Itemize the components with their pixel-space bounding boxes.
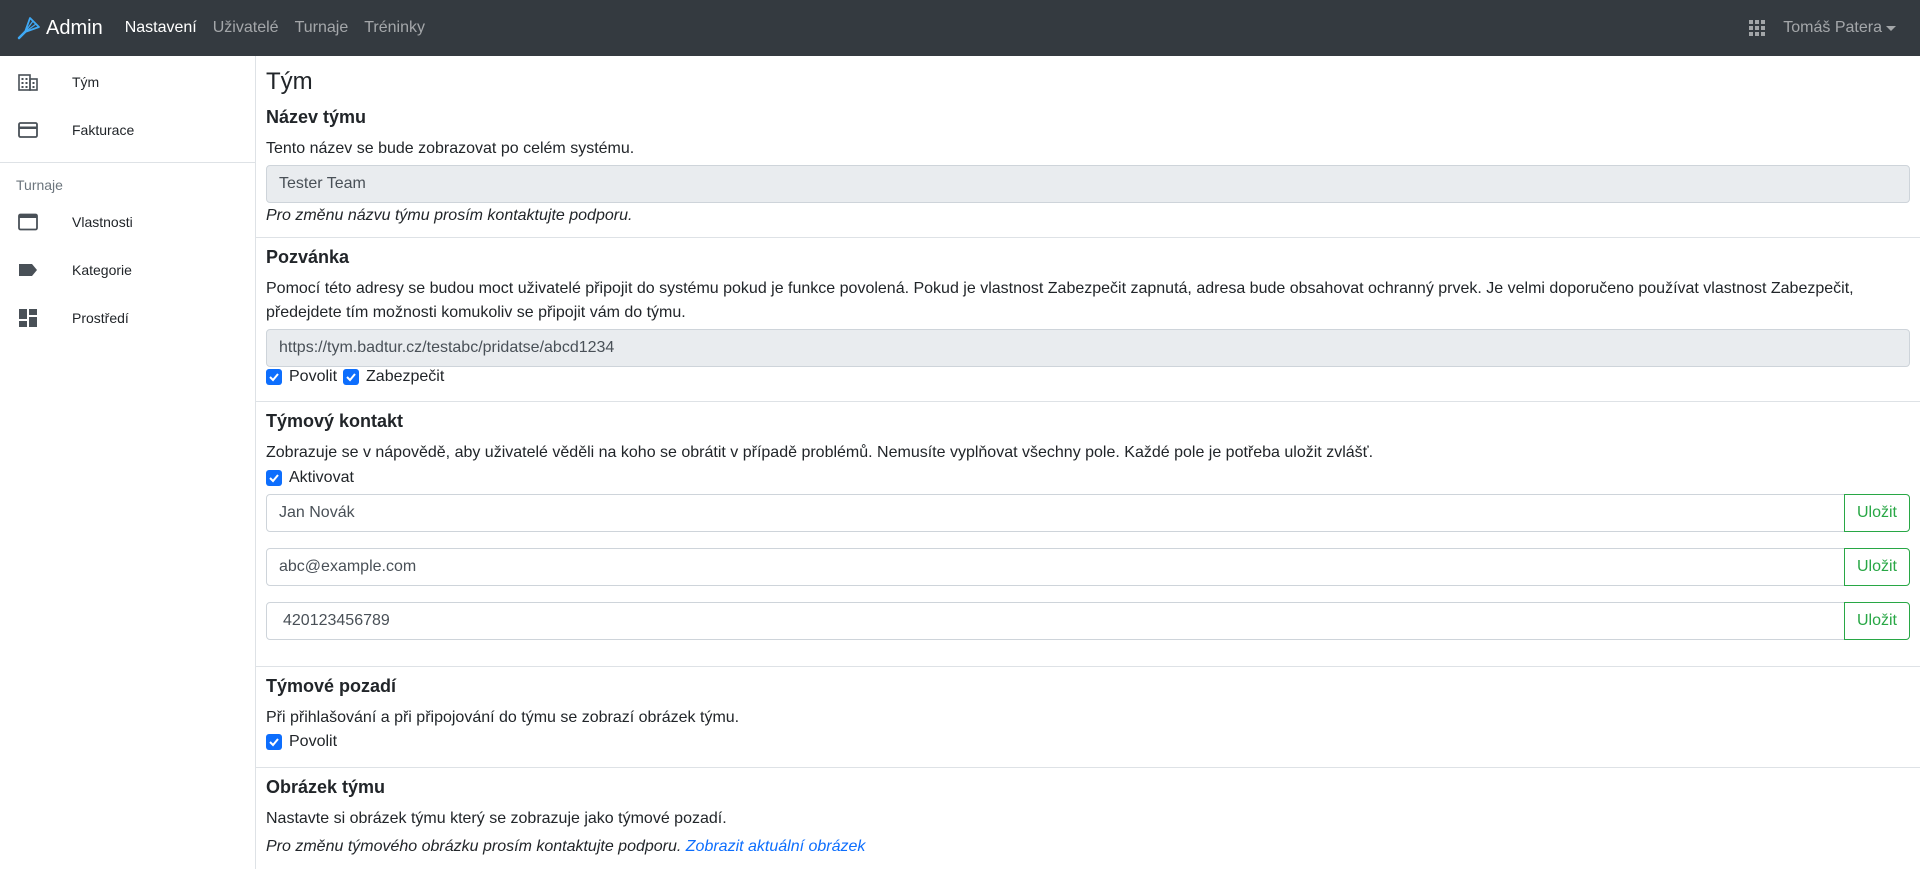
background-description: Při přihlašování a při připojování do tý…	[266, 709, 740, 726]
divider	[256, 767, 1920, 768]
sidebar-item-categories[interactable]: Kategorie	[0, 246, 255, 294]
sidebar-item-properties[interactable]: Vlastnosti	[0, 198, 255, 246]
contact-email-input[interactable]: abc@example.com	[266, 548, 1846, 586]
enable-background-checkbox[interactable]	[266, 734, 282, 750]
enable-background-label: Povolit	[289, 733, 338, 750]
save-contact-email-button[interactable]: Uložit	[1844, 548, 1910, 586]
apps-grid-icon[interactable]	[1749, 20, 1766, 36]
sidebar-item-label: Fakturace	[72, 122, 135, 138]
secure-invite-checkbox[interactable]	[343, 369, 360, 385]
divider	[256, 666, 1920, 667]
user-name: Tomáš Patera	[1783, 19, 1882, 36]
nav-item-tournaments[interactable]: Turnaje	[295, 19, 349, 37]
label-icon	[19, 264, 37, 276]
sidebar-item-label: Tým	[72, 74, 100, 90]
main-nav: Nastavení Uživatelé Turnaje Tréninky	[125, 19, 441, 37]
nav-item-trainings[interactable]: Tréninky	[364, 19, 425, 37]
show-current-image-link[interactable]: Zobrazit aktuální obrázek	[686, 838, 866, 855]
nav-item-users[interactable]: Uživatelé	[213, 19, 279, 37]
enable-invite-checkbox[interactable]	[266, 369, 282, 385]
team-name-value: Tester Team	[279, 175, 366, 192]
sidebar-divider	[0, 162, 255, 163]
invite-options: Povolit Zabezpečit	[266, 368, 444, 386]
contact-phone-value: 420123456789	[283, 612, 390, 629]
team-name-note: Pro změnu názvu týmu prosím kontaktujte …	[266, 207, 633, 224]
checkmark-icon	[269, 738, 279, 747]
shuttlecock-logo-icon	[17, 17, 40, 40]
chevron-down-icon	[1886, 25, 1896, 31]
sidebar-item-team[interactable]: Tým	[0, 58, 255, 106]
sidebar: Tým Fakturace Turnaje Vlastnosti Kategor…	[0, 56, 256, 869]
activate-contact-label: Aktivovat	[289, 469, 354, 486]
save-contact-phone-button[interactable]: Uložit	[1844, 602, 1910, 640]
contact-activate-row: Aktivovat	[266, 469, 354, 487]
image-description: Nastavte si obrázek týmu který se zobraz…	[266, 810, 727, 827]
activate-contact-checkbox[interactable]	[266, 470, 282, 486]
invite-heading: Pozvánka	[266, 247, 350, 267]
sidebar-item-label: Kategorie	[72, 262, 132, 278]
checkmark-icon	[269, 474, 279, 483]
secure-invite-label: Zabezpečit	[366, 368, 445, 385]
contact-description: Zobrazuje se v nápovědě, aby uživatelé v…	[266, 444, 1374, 461]
dashboard-icon	[19, 309, 37, 327]
sidebar-item-billing[interactable]: Fakturace	[0, 106, 255, 154]
contact-heading: Týmový kontakt	[266, 411, 404, 431]
background-enable-row: Povolit	[266, 733, 337, 751]
user-menu[interactable]: Tomáš Patera	[1783, 19, 1896, 37]
contact-name-input[interactable]: Jan Novák	[266, 494, 1846, 532]
navbar-right: Tomáš Patera	[1749, 19, 1896, 37]
team-name-field[interactable]: Tester Team	[266, 165, 1910, 203]
checkmark-icon	[269, 373, 279, 382]
sidebar-item-environment[interactable]: Prostředí	[0, 294, 255, 342]
invite-url-value: https://tym.badtur.cz/testabc/pridatse/a…	[279, 339, 615, 356]
brand[interactable]: Admin	[16, 15, 103, 41]
divider	[256, 237, 1920, 238]
contact-email-value: abc@example.com	[279, 558, 417, 575]
sidebar-item-label: Vlastnosti	[72, 214, 133, 230]
image-note-row: Pro změnu týmového obrázku prosím kontak…	[266, 835, 865, 859]
team-name-heading: Název týmu	[266, 107, 367, 127]
invite-description: Pomocí této adresy se budou moct uživate…	[266, 280, 1854, 321]
image-note: Pro změnu týmového obrázku prosím kontak…	[266, 838, 682, 855]
contact-name-value: Jan Novák	[279, 504, 355, 521]
divider	[256, 401, 1920, 402]
building-icon	[18, 74, 38, 91]
enable-invite-label: Povolit	[289, 368, 338, 385]
nav-item-settings[interactable]: Nastavení	[125, 19, 197, 37]
background-heading: Týmové pozadí	[266, 676, 397, 696]
team-name-description: Tento název se bude zobrazovat po celém …	[266, 140, 635, 157]
invite-url-field[interactable]: https://tym.badtur.cz/testabc/pridatse/a…	[266, 329, 1910, 367]
image-heading: Obrázek týmu	[266, 777, 386, 797]
brand-label: Admin	[46, 16, 103, 39]
checkmark-icon	[346, 373, 356, 382]
save-contact-name-button[interactable]: Uložit	[1844, 494, 1910, 532]
sidebar-item-label: Prostředí	[72, 310, 129, 326]
window-icon	[18, 213, 38, 231]
top-navbar: Admin Nastavení Uživatelé Turnaje Trénin…	[0, 0, 1920, 56]
page-title: Tým	[266, 68, 313, 95]
credit-card-icon	[18, 122, 38, 138]
sidebar-group-heading: Turnaje	[16, 177, 63, 193]
contact-phone-input[interactable]: 420123456789	[266, 602, 1846, 640]
